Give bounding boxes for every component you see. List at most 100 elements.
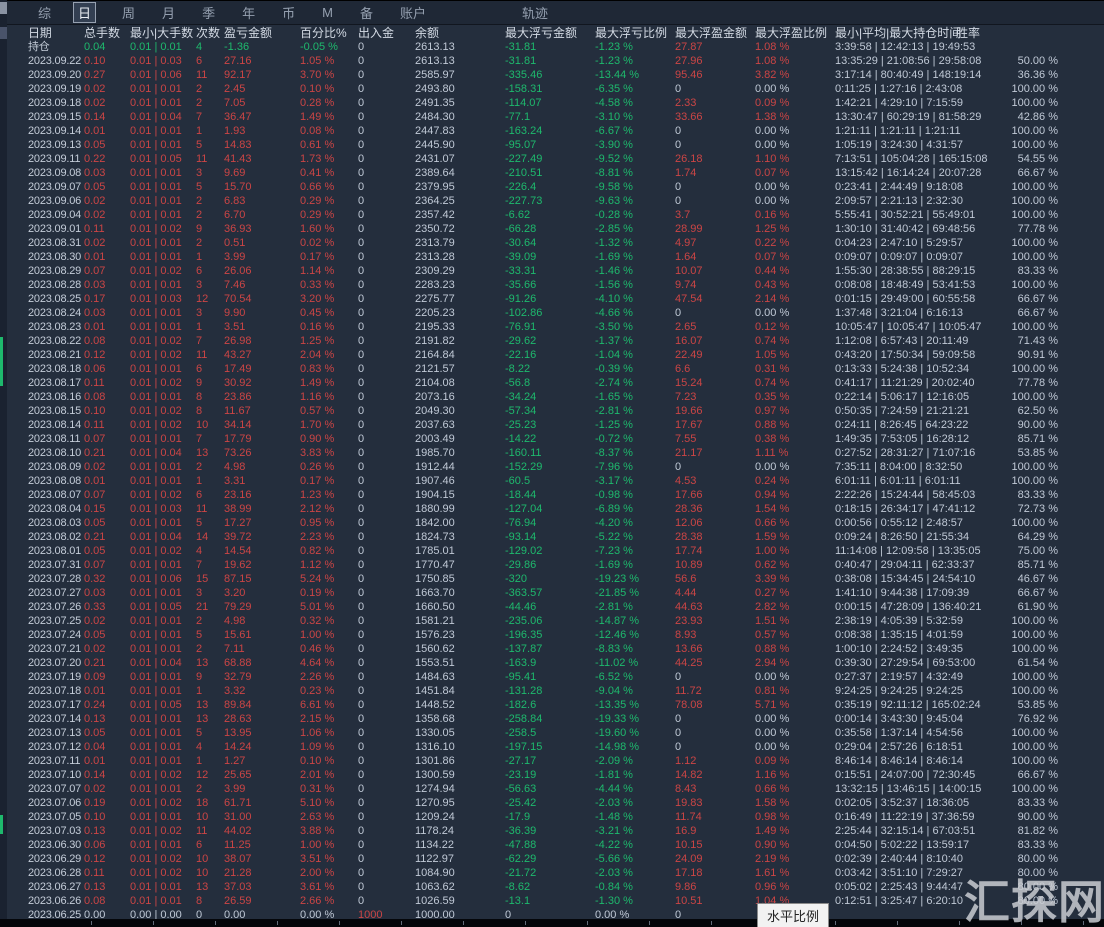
table-row[interactable]: 2023.08.24 0.03 0.01 | 0.01 3 9.90 0.45 % 0 220…	[7, 306, 1104, 320]
table-row[interactable]: 2023.07.26 0.33 0.01 | 0.05 21 79.29 5.01 % 0 1…	[7, 600, 1104, 614]
table-row[interactable]: 2023.09.04 0.02 0.01 | 0.01 2 6.70 0.29 % 0 235…	[7, 208, 1104, 222]
table-row[interactable]: 2023.09.01 0.11 0.01 | 0.02 9 36.93 1.60 % 0 23…	[7, 222, 1104, 236]
table-row[interactable]: 2023.09.18 0.02 0.01 | 0.01 2 7.05 0.28 % 0 249…	[7, 96, 1104, 110]
table-row[interactable]: 2023.08.23 0.01 0.01 | 0.01 1 3.51 0.16 % 0 219…	[7, 320, 1104, 334]
vertical-scrollbar[interactable]	[0, 0, 7, 919]
table-row[interactable]: 2023.08.04 0.15 0.01 | 0.03 11 38.99 2.12 % 0 1…	[7, 502, 1104, 516]
table-cell: 66.67 %	[1017, 167, 1058, 179]
column-header[interactable]: 次数	[196, 26, 224, 40]
table-row[interactable]: 2023.09.11 0.22 0.01 | 0.05 11 41.43 1.73 % 0 2…	[7, 152, 1104, 166]
table-row[interactable]: 2023.07.20 0.21 0.01 | 0.04 13 68.88 4.64 % 0 1…	[7, 656, 1104, 670]
table-row[interactable]: 2023.07.14 0.13 0.01 | 0.01 13 28.63 2.15 % 0 1…	[7, 712, 1104, 726]
column-header[interactable]: 最大浮盈金额	[675, 26, 755, 40]
menu-item-币[interactable]: 币	[282, 3, 295, 22]
table-cell: 0	[358, 461, 365, 473]
table-row[interactable]: 2023.06.26 0.08 0.01 | 0.01 8 26.59 2.66 % 0 10…	[7, 894, 1104, 908]
table-cell: -1.30 %	[595, 895, 633, 907]
table-row[interactable]: 2023.08.29 0.07 0.01 | 0.02 6 26.06 1.14 % 0 23…	[7, 264, 1104, 278]
table-cell: 0.62 %	[755, 559, 790, 571]
table-row[interactable]: 2023.07.31 0.07 0.01 | 0.01 7 19.62 1.12 % 0 17…	[7, 558, 1104, 572]
table-row[interactable]: 2023.07.05 0.10 0.01 | 0.01 10 31.00 2.63 % 0 1…	[7, 810, 1104, 824]
table-row[interactable]: 2023.06.25 0.00 0.00 | 0.00 0 0.00 0.00 % 1000…	[7, 908, 1104, 919]
table-row[interactable]: 2023.07.12 0.04 0.01 | 0.01 4 14.24 1.09 % 0 13…	[7, 740, 1104, 754]
table-row[interactable]: 2023.08.15 0.10 0.01 | 0.02 8 11.67 0.57 % 0 20…	[7, 404, 1104, 418]
column-header[interactable]: 胜率	[956, 26, 1050, 40]
table-row[interactable]: 2023.08.14 0.11 0.01 | 0.02 10 34.14 1.70 % 0 2…	[7, 418, 1104, 432]
menu-item-季[interactable]: 季	[202, 3, 215, 22]
table-row[interactable]: 2023.09.20 0.27 0.01 | 0.06 11 92.17 3.70 % 0 2…	[7, 68, 1104, 82]
table-row[interactable]: 2023.06.30 0.06 0.01 | 0.01 6 11.25 1.00 % 0 11…	[7, 838, 1104, 852]
table-row[interactable]: 2023.07.27 0.03 0.01 | 0.01 3 3.20 0.19 % 0 166…	[7, 586, 1104, 600]
table-row[interactable]: 2023.07.06 0.19 0.01 | 0.02 18 61.71 5.10 % 0 1…	[7, 796, 1104, 810]
scroll-up-icon[interactable]	[0, 2, 7, 14]
table-row[interactable]: 2023.08.02 0.21 0.01 | 0.04 14 39.72 2.23 % 0 1…	[7, 530, 1104, 544]
table-row[interactable]: 2023.07.28 0.32 0.01 | 0.06 15 87.15 5.24 % 0 1…	[7, 572, 1104, 586]
menu-item-日[interactable]: 日	[73, 2, 97, 23]
table-row[interactable]: 2023.07.17 0.24 0.01 | 0.05 13 89.84 6.61 % 0 1…	[7, 698, 1104, 712]
menu-item-M[interactable]: M	[322, 5, 333, 20]
column-header[interactable]: 最大浮亏比例	[595, 26, 675, 40]
menu-item-综[interactable]: 综	[38, 3, 51, 22]
table-row[interactable]: 2023.06.29 0.12 0.01 | 0.02 10 38.07 3.51 % 0 1…	[7, 852, 1104, 866]
table-row[interactable]: 2023.08.03 0.05 0.01 | 0.01 5 17.27 0.95 % 0 18…	[7, 516, 1104, 530]
table-row[interactable]: 2023.07.25 0.02 0.01 | 0.01 2 4.98 0.32 % 0 158…	[7, 614, 1104, 628]
table-row[interactable]: 2023.08.18 0.06 0.01 | 0.01 6 17.49 0.83 % 0 21…	[7, 362, 1104, 376]
table-row[interactable]: 2023.08.25 0.17 0.01 | 0.03 12 70.54 3.20 % 0 2…	[7, 292, 1104, 306]
table-row[interactable]: 2023.09.22 0.10 0.01 | 0.03 6 27.16 1.05 % 0 26…	[7, 54, 1104, 68]
table-row[interactable]: 2023.07.21 0.02 0.01 | 0.01 2 7.11 0.46 % 0 156…	[7, 642, 1104, 656]
table-row[interactable]: 2023.08.08 0.01 0.01 | 0.01 1 3.31 0.17 % 0 190…	[7, 474, 1104, 488]
column-header[interactable]: 总手数	[84, 26, 130, 40]
table-row[interactable]: 2023.07.11 0.01 0.01 | 0.01 1 1.27 0.10 % 0 130…	[7, 754, 1104, 768]
menu-item-月[interactable]: 月	[162, 3, 175, 22]
menu-item-备[interactable]: 备	[360, 3, 373, 22]
table-row[interactable]: 2023.08.09 0.02 0.01 | 0.01 2 4.98 0.26 % 0 191…	[7, 460, 1104, 474]
table-row[interactable]: 2023.08.17 0.11 0.01 | 0.02 9 30.92 1.49 % 0 21…	[7, 376, 1104, 390]
table-row[interactable]: 2023.08.30 0.01 0.01 | 0.01 1 3.99 0.17 % 0 231…	[7, 250, 1104, 264]
table-row[interactable]: 2023.08.07 0.07 0.01 | 0.02 6 23.16 1.23 % 0 19…	[7, 488, 1104, 502]
table-row[interactable]: 2023.09.19 0.02 0.01 | 0.01 2 2.45 0.10 % 0 249…	[7, 82, 1104, 96]
table-row[interactable]: 2023.07.19 0.09 0.01 | 0.01 9 32.79 2.26 % 0 14…	[7, 670, 1104, 684]
table-row[interactable]: 2023.08.28 0.03 0.01 | 0.01 3 7.46 0.33 % 0 228…	[7, 278, 1104, 292]
table-cell: 0.10	[84, 405, 106, 417]
menu-item-年[interactable]: 年	[242, 3, 255, 22]
table-row[interactable]: 2023.09.13 0.05 0.01 | 0.01 5 14.83 0.61 % 0 24…	[7, 138, 1104, 152]
table-cell: 0.01 | 0.01	[130, 517, 182, 529]
table-row[interactable]: 2023.07.03 0.13 0.01 | 0.02 11 44.02 3.88 % 0 1…	[7, 824, 1104, 838]
menu-item-账户[interactable]: 账户	[400, 3, 426, 22]
table-row[interactable]: 2023.09.06 0.02 0.01 | 0.01 2 6.83 0.29 % 0 236…	[7, 194, 1104, 208]
table-row[interactable]: 2023.08.21 0.12 0.01 | 0.02 11 43.27 2.04 % 0 2…	[7, 348, 1104, 362]
table-cell: 0:50:35 | 7:24:59 | 21:21:21	[835, 405, 970, 417]
horizontal-scrollbar[interactable]	[0, 919, 1104, 927]
column-header[interactable]: 百分比%	[300, 26, 358, 40]
scroll-thumb[interactable]	[0, 27, 7, 39]
column-header[interactable]: 最大浮盈比例	[755, 26, 835, 40]
table-row[interactable]: 2023.07.18 0.01 0.01 | 0.01 1 3.32 0.23 % 0 145…	[7, 684, 1104, 698]
table-row[interactable]: 2023.08.22 0.08 0.01 | 0.02 7 26.98 1.25 % 0 21…	[7, 334, 1104, 348]
table-row[interactable]: 2023.09.14 0.01 0.01 | 0.01 1 1.93 0.08 % 0 244…	[7, 124, 1104, 138]
table-row[interactable]: 2023.07.10 0.14 0.01 | 0.02 12 25.65 2.01 % 0 1…	[7, 768, 1104, 782]
column-header[interactable]: 日期	[7, 26, 84, 40]
column-header[interactable]: 盈亏金额	[224, 26, 300, 40]
table-row[interactable]: 2023.08.16 0.08 0.01 | 0.01 8 23.86 1.16 % 0 20…	[7, 390, 1104, 404]
table-row[interactable]: 2023.06.28 0.11 0.01 | 0.02 10 21.28 2.00 % 0 1…	[7, 866, 1104, 880]
menu-item-周[interactable]: 周	[122, 3, 135, 22]
table-row[interactable]: 2023.09.07 0.05 0.01 | 0.01 5 15.70 0.66 % 0 23…	[7, 180, 1104, 194]
table-cell: 2585.97	[415, 69, 455, 81]
column-header[interactable]: 出入金	[358, 26, 415, 40]
column-header[interactable]: 余额	[415, 26, 505, 40]
table-cell: 0.88 %	[755, 419, 790, 431]
table-row[interactable]: 2023.08.10 0.21 0.01 | 0.04 13 73.26 3.83 % 0 1…	[7, 446, 1104, 460]
menu-item-trail[interactable]: 轨迹	[522, 3, 548, 22]
table-row[interactable]: 持仓 0.04 0.01 | 0.01 4 -1.36 -0.05 % 0 2613.13 -3…	[7, 40, 1104, 54]
table-row[interactable]: 2023.09.08 0.03 0.01 | 0.01 3 9.69 0.41 % 0 238…	[7, 166, 1104, 180]
table-row[interactable]: 2023.08.11 0.07 0.01 | 0.01 7 17.79 0.90 % 0 20…	[7, 432, 1104, 446]
column-header[interactable]: 最大浮亏金额	[505, 26, 595, 40]
table-row[interactable]: 2023.07.13 0.05 0.01 | 0.01 5 13.95 1.06 % 0 13…	[7, 726, 1104, 740]
column-header[interactable]: 最小|大手数	[130, 26, 196, 40]
table-row[interactable]: 2023.06.27 0.13 0.01 | 0.01 13 37.03 3.61 % 0 1…	[7, 880, 1104, 894]
table-row[interactable]: 2023.07.07 0.02 0.01 | 0.01 2 3.99 0.31 % 0 127…	[7, 782, 1104, 796]
table-row[interactable]: 2023.08.01 0.05 0.01 | 0.02 4 14.54 0.82 % 0 17…	[7, 544, 1104, 558]
table-row[interactable]: 2023.08.31 0.02 0.01 | 0.01 2 0.51 0.02 % 0 231…	[7, 236, 1104, 250]
table-row[interactable]: 2023.07.24 0.05 0.01 | 0.01 5 15.61 1.00 % 0 15…	[7, 628, 1104, 642]
table-row[interactable]: 2023.09.15 0.14 0.01 | 0.04 7 36.47 1.49 % 0 24…	[7, 110, 1104, 124]
